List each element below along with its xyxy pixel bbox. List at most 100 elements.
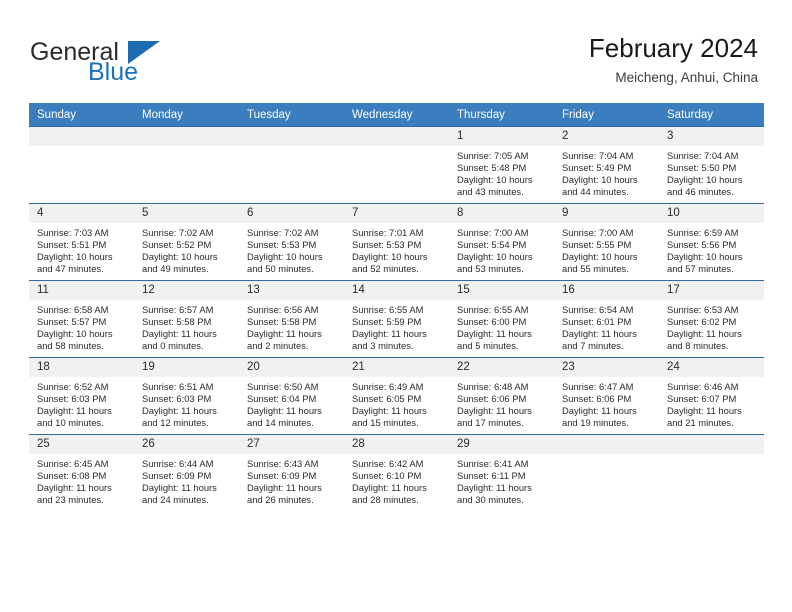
calendar-day-cell[interactable]: 11 Sunrise: 6:58 AM Sunset: 5:57 PM Dayligh… xyxy=(29,280,134,358)
calendar-day-cell[interactable]: 17 Sunrise: 6:53 AM Sunset: 6:02 PM Dayligh… xyxy=(659,280,764,358)
sunrise-text: Sunrise: 6:54 AM xyxy=(562,304,634,315)
title-block: February 2024 Meicheng, Anhui, China xyxy=(589,32,758,88)
calendar-day-cell[interactable]: 9 Sunrise: 7:00 AM Sunset: 5:55 PM Daylight… xyxy=(554,203,659,281)
daylight-text-line2: and 8 minutes. xyxy=(667,340,729,352)
weekday-header-saturday: Saturday xyxy=(659,103,764,127)
day-sun-info: Sunrise: 6:53 AM Sunset: 6:02 PM Daylight:… xyxy=(659,300,764,352)
calendar-day-cell[interactable]: 28 Sunrise: 6:42 AM Sunset: 6:10 PM Dayligh… xyxy=(344,434,449,511)
calendar-day-cell[interactable]: 29 Sunrise: 6:41 AM Sunset: 6:11 PM Dayligh… xyxy=(449,434,554,511)
sunrise-text: Sunrise: 6:55 AM xyxy=(457,304,529,315)
calendar-day-cell[interactable]: 15 Sunrise: 6:55 AM Sunset: 6:00 PM Dayligh… xyxy=(449,280,554,358)
sunset-text: Sunset: 5:55 PM xyxy=(562,239,632,251)
day-number: 14 xyxy=(344,281,449,300)
sunrise-text: Sunrise: 6:44 AM xyxy=(142,458,214,469)
calendar-day-cell[interactable]: 8 Sunrise: 7:00 AM Sunset: 5:54 PM Daylight… xyxy=(449,203,554,281)
day-sun-info: Sunrise: 7:04 AM Sunset: 5:49 PM Daylight:… xyxy=(554,146,659,198)
calendar-day-cell[interactable]: 19 Sunrise: 6:51 AM Sunset: 6:03 PM Dayligh… xyxy=(134,357,239,435)
day-number: 10 xyxy=(659,204,764,223)
sunset-text: Sunset: 6:03 PM xyxy=(37,393,107,405)
calendar-day-cell[interactable]: 20 Sunrise: 6:50 AM Sunset: 6:04 PM Dayligh… xyxy=(239,357,344,435)
logo-text-blue: Blue xyxy=(88,58,139,86)
daylight-text-line2: and 52 minutes. xyxy=(352,263,419,275)
sunset-text: Sunset: 5:58 PM xyxy=(247,316,317,328)
sunset-text: Sunset: 6:08 PM xyxy=(37,470,107,482)
day-sun-info: Sunrise: 7:03 AM Sunset: 5:51 PM Daylight:… xyxy=(29,223,134,275)
day-number: 2 xyxy=(554,127,659,146)
sunrise-text: Sunrise: 6:50 AM xyxy=(247,381,319,392)
calendar-day-cell[interactable]: 22 Sunrise: 6:48 AM Sunset: 6:06 PM Dayligh… xyxy=(449,357,554,435)
sunset-text: Sunset: 5:59 PM xyxy=(352,316,422,328)
day-number: 25 xyxy=(29,435,134,454)
day-sun-info: Sunrise: 6:58 AM Sunset: 5:57 PM Daylight:… xyxy=(29,300,134,352)
daylight-text-line1: Daylight: 11 hours xyxy=(457,405,532,417)
day-number: 16 xyxy=(554,281,659,300)
daylight-text-line1: Daylight: 11 hours xyxy=(37,405,112,417)
day-number: 12 xyxy=(134,281,239,300)
day-number: 13 xyxy=(239,281,344,300)
calendar-day-cell[interactable]: 10 Sunrise: 6:59 AM Sunset: 5:56 PM Dayligh… xyxy=(659,203,764,281)
sunset-text: Sunset: 5:53 PM xyxy=(247,239,317,251)
weekday-header-wednesday: Wednesday xyxy=(344,103,449,127)
calendar-day-cell-empty xyxy=(554,434,659,511)
day-number: 29 xyxy=(449,435,554,454)
calendar-week-row: 25 Sunrise: 6:45 AM Sunset: 6:08 PM Dayligh… xyxy=(29,434,764,511)
daylight-text-line2: and 24 minutes. xyxy=(142,494,209,506)
daylight-text-line1: Daylight: 11 hours xyxy=(352,405,427,417)
sunrise-text: Sunrise: 6:48 AM xyxy=(457,381,529,392)
daylight-text-line2: and 49 minutes. xyxy=(142,263,209,275)
sunrise-text: Sunrise: 6:57 AM xyxy=(142,304,214,315)
calendar-day-cell[interactable]: 18 Sunrise: 6:52 AM Sunset: 6:03 PM Dayligh… xyxy=(29,357,134,435)
calendar-day-cell[interactable]: 12 Sunrise: 6:57 AM Sunset: 5:58 PM Dayligh… xyxy=(134,280,239,358)
day-number: 5 xyxy=(134,204,239,223)
sunrise-text: Sunrise: 6:41 AM xyxy=(457,458,529,469)
weekday-header-tuesday: Tuesday xyxy=(239,103,344,127)
daylight-text-line2: and 57 minutes. xyxy=(667,263,734,275)
calendar-day-cell[interactable]: 21 Sunrise: 6:49 AM Sunset: 6:05 PM Dayligh… xyxy=(344,357,449,435)
day-number xyxy=(134,127,239,146)
calendar-body: 1 Sunrise: 7:05 AM Sunset: 5:48 PM Daylight… xyxy=(29,126,764,511)
daylight-text-line1: Daylight: 11 hours xyxy=(142,328,217,340)
calendar-day-cell[interactable]: 25 Sunrise: 6:45 AM Sunset: 6:08 PM Dayligh… xyxy=(29,434,134,511)
sunrise-text: Sunrise: 6:43 AM xyxy=(247,458,319,469)
calendar-day-cell[interactable]: 2 Sunrise: 7:04 AM Sunset: 5:49 PM Daylight… xyxy=(554,126,659,204)
calendar-day-cell-empty xyxy=(659,434,764,511)
sunset-text: Sunset: 6:07 PM xyxy=(667,393,737,405)
general-blue-logo[interactable]: General Blue xyxy=(30,38,230,86)
daylight-text-line1: Daylight: 11 hours xyxy=(457,328,532,340)
daylight-text-line2: and 44 minutes. xyxy=(562,186,629,198)
calendar-day-cell[interactable]: 16 Sunrise: 6:54 AM Sunset: 6:01 PM Dayligh… xyxy=(554,280,659,358)
calendar-day-cell[interactable]: 27 Sunrise: 6:43 AM Sunset: 6:09 PM Dayligh… xyxy=(239,434,344,511)
calendar-day-cell[interactable]: 24 Sunrise: 6:46 AM Sunset: 6:07 PM Dayligh… xyxy=(659,357,764,435)
page-header: General Blue February 2024 Meicheng, Anh… xyxy=(0,0,792,103)
calendar-day-cell[interactable]: 3 Sunrise: 7:04 AM Sunset: 5:50 PM Daylight… xyxy=(659,126,764,204)
sunrise-text: Sunrise: 7:02 AM xyxy=(142,227,214,238)
sunset-text: Sunset: 5:53 PM xyxy=(352,239,422,251)
calendar-day-cell[interactable]: 7 Sunrise: 7:01 AM Sunset: 5:53 PM Daylight… xyxy=(344,203,449,281)
sunset-text: Sunset: 6:00 PM xyxy=(457,316,527,328)
calendar-day-cell[interactable]: 5 Sunrise: 7:02 AM Sunset: 5:52 PM Daylight… xyxy=(134,203,239,281)
daylight-text-line1: Daylight: 10 hours xyxy=(457,251,533,263)
daylight-text-line2: and 26 minutes. xyxy=(247,494,314,506)
sunset-text: Sunset: 5:56 PM xyxy=(667,239,737,251)
calendar-day-cell[interactable]: 6 Sunrise: 7:02 AM Sunset: 5:53 PM Daylight… xyxy=(239,203,344,281)
calendar-day-cell[interactable]: 13 Sunrise: 6:56 AM Sunset: 5:58 PM Dayligh… xyxy=(239,280,344,358)
day-number: 6 xyxy=(239,204,344,223)
day-sun-info: Sunrise: 6:44 AM Sunset: 6:09 PM Daylight:… xyxy=(134,454,239,506)
day-sun-info: Sunrise: 6:43 AM Sunset: 6:09 PM Daylight:… xyxy=(239,454,344,506)
day-number: 11 xyxy=(29,281,134,300)
sunset-text: Sunset: 5:57 PM xyxy=(37,316,107,328)
day-sun-info: Sunrise: 6:48 AM Sunset: 6:06 PM Daylight:… xyxy=(449,377,554,429)
day-number: 7 xyxy=(344,204,449,223)
day-sun-info: Sunrise: 6:59 AM Sunset: 5:56 PM Daylight:… xyxy=(659,223,764,275)
day-sun-info: Sunrise: 6:55 AM Sunset: 5:59 PM Daylight:… xyxy=(344,300,449,352)
calendar-day-cell[interactable]: 26 Sunrise: 6:44 AM Sunset: 6:09 PM Dayligh… xyxy=(134,434,239,511)
sunrise-text: Sunrise: 6:52 AM xyxy=(37,381,109,392)
calendar-day-cell[interactable]: 14 Sunrise: 6:55 AM Sunset: 5:59 PM Dayligh… xyxy=(344,280,449,358)
calendar-day-cell[interactable]: 4 Sunrise: 7:03 AM Sunset: 5:51 PM Daylight… xyxy=(29,203,134,281)
daylight-text-line2: and 12 minutes. xyxy=(142,417,209,429)
sunset-text: Sunset: 6:11 PM xyxy=(457,470,526,482)
sunrise-text: Sunrise: 7:00 AM xyxy=(457,227,529,238)
sunrise-text: Sunrise: 7:04 AM xyxy=(667,150,739,161)
calendar-day-cell[interactable]: 1 Sunrise: 7:05 AM Sunset: 5:48 PM Daylight… xyxy=(449,126,554,204)
calendar-day-cell[interactable]: 23 Sunrise: 6:47 AM Sunset: 6:06 PM Dayligh… xyxy=(554,357,659,435)
